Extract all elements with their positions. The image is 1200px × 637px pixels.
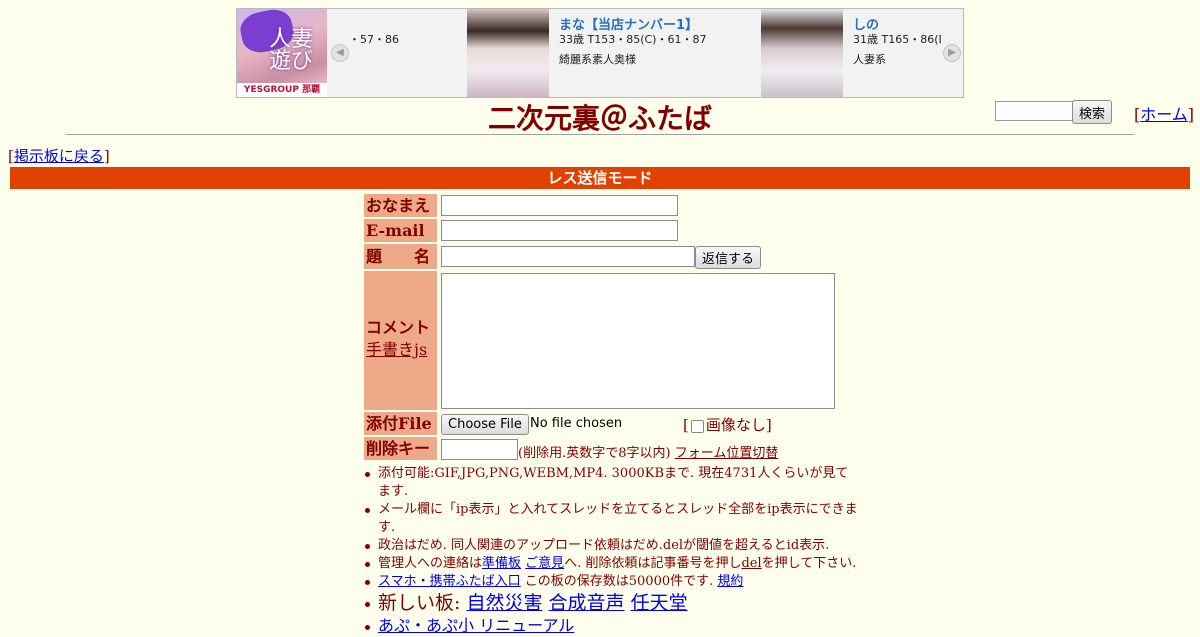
note-item: あぷ・あぷ小 リニューアル [365, 615, 858, 637]
note-text: 管理人への連絡は [378, 556, 483, 571]
form-position-toggle-link[interactable]: フォーム位置切替 [675, 446, 779, 461]
no-image-label: 画像なし [705, 416, 766, 434]
feedback-link[interactable]: ご意見 [525, 556, 564, 571]
note-item: メール欄に「ip表示」と入れてスレッドを立てるとスレッド全部をip表示にできます… [365, 502, 858, 535]
carousel-next-icon[interactable]: ▶ [943, 44, 961, 62]
subject-input[interactable] [441, 246, 695, 267]
ad-card-stats: 33歳 T153・85(C)・61・87 [559, 33, 707, 46]
ad-card[interactable]: ・57・86 [349, 9, 465, 97]
subject-label: 題 名 [364, 244, 437, 269]
file-status-text: No file chosen [530, 416, 623, 431]
ad-card-desc: 綺麗系素人奥様 [559, 53, 636, 66]
comment-textarea[interactable] [441, 273, 835, 409]
ad-card-photo[interactable] [467, 9, 549, 97]
notes-list: 添付可能:GIF,JPG,PNG,WEBM,MP4. 3000KBまで. 現在4… [365, 465, 858, 637]
submit-reply-button[interactable]: 返信する [695, 246, 762, 269]
delete-key-label: 削除キー [364, 437, 437, 460]
ad-card-desc: 人妻系 [853, 53, 886, 66]
note-text: へ. 削除依頼は記事番号を押し [564, 556, 742, 571]
board-link-disaster[interactable]: 自然災害 [466, 592, 542, 614]
note-item: 新しい板: 自然災害 合成音声 任天堂 [365, 591, 858, 615]
note-text: 新しい板: [378, 592, 467, 614]
ad-card[interactable]: しの 31歳 T165・86(D) 人妻系 [761, 9, 941, 97]
delete-key-input[interactable] [441, 439, 518, 460]
ad-card[interactable]: まな【当店ナンバー1】 33歳 T153・85(C)・61・87 綺麗系素人奥様 [467, 9, 757, 97]
handwriting-js-link[interactable]: 手書きjs [366, 340, 427, 359]
ad-card-stats: 31歳 T165・86(D) [853, 33, 941, 46]
note-item: 管理人への連絡は準備板 ご意見へ. 削除依頼は記事番号を押しdelを押して下さい… [365, 555, 858, 573]
note-item: 政治はだめ. 同人関連のアップロード依頼はだめ.delが閾値を超えるとid表示. [365, 537, 858, 555]
no-image-checkbox[interactable] [690, 419, 704, 433]
title-divider [66, 134, 1134, 135]
comment-label: コメント [366, 318, 431, 337]
file-label: 添付File [364, 412, 437, 435]
name-input[interactable] [441, 195, 678, 216]
page-title: 二次元裏＠ふたば [487, 102, 712, 135]
board-link-synth-voice[interactable]: 合成音声 [549, 592, 625, 614]
rules-link[interactable]: 規約 [717, 574, 743, 589]
back-link-wrapper: [掲示板に戻る] [8, 147, 110, 165]
choose-file-button[interactable]: Choose File [441, 414, 529, 435]
delete-key-note: (削除用.英数字で8字以内) [518, 446, 671, 461]
note-item: 添付可能:GIF,JPG,PNG,WEBM,MP4. 3000KBまで. 現在4… [365, 465, 858, 501]
comment-label-cell: コメント 手書きjs [364, 271, 437, 410]
note-item: スマホ・携帯ふたば入口 この板の保存数は50000件です. 規約 [365, 573, 858, 591]
carousel-prev-icon[interactable]: ◀ [331, 44, 349, 62]
ad-banner[interactable]: 人妻遊び YESGROUP 那覇 ◀ ・57・86 まな【当店ナンバー1】 33… [236, 8, 964, 98]
ad-logo-kanji: 人妻遊び [269, 27, 314, 74]
email-label: E-mail [364, 219, 437, 242]
ad-logo-text: YESGROUP 那覇 [237, 83, 327, 97]
note-text: を押して下さい. [761, 556, 857, 571]
reply-mode-bar: レス送信モード [10, 167, 1190, 189]
ad-card-photo[interactable] [761, 9, 843, 97]
board-link-nintendo[interactable]: 任天堂 [631, 592, 688, 614]
delete-key-note-wrapper: (削除用.英数字で8字以内) フォーム位置切替 [518, 442, 778, 461]
del-link[interactable]: del [741, 556, 761, 571]
mobile-entrance-link[interactable]: スマホ・携帯ふたば入口 [378, 574, 521, 589]
name-label: おなまえ [364, 194, 437, 217]
back-to-board-link[interactable]: 掲示板に戻る [14, 147, 104, 165]
upload-renewal-link[interactable]: あぷ・あぷ小 リニューアル [378, 616, 574, 635]
email-input[interactable] [441, 220, 678, 241]
no-image-option: [画像なし] [683, 416, 772, 434]
ad-logo[interactable]: 人妻遊び YESGROUP 那覇 [237, 9, 327, 97]
prep-board-link[interactable]: 準備板 [482, 556, 521, 571]
note-text: この板の保存数は50000件です. [520, 574, 718, 589]
ad-card-stats: ・57・86 [349, 33, 399, 46]
